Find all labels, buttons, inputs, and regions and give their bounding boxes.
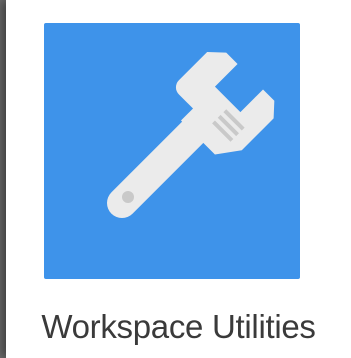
wrench-icon — [107, 51, 275, 218]
app-label[interactable]: Workspace Utilities — [6, 307, 351, 347]
app-tile-workspace-utilities[interactable]: Workspace Utilities — [6, 0, 351, 358]
app-icon[interactable] — [44, 23, 300, 279]
